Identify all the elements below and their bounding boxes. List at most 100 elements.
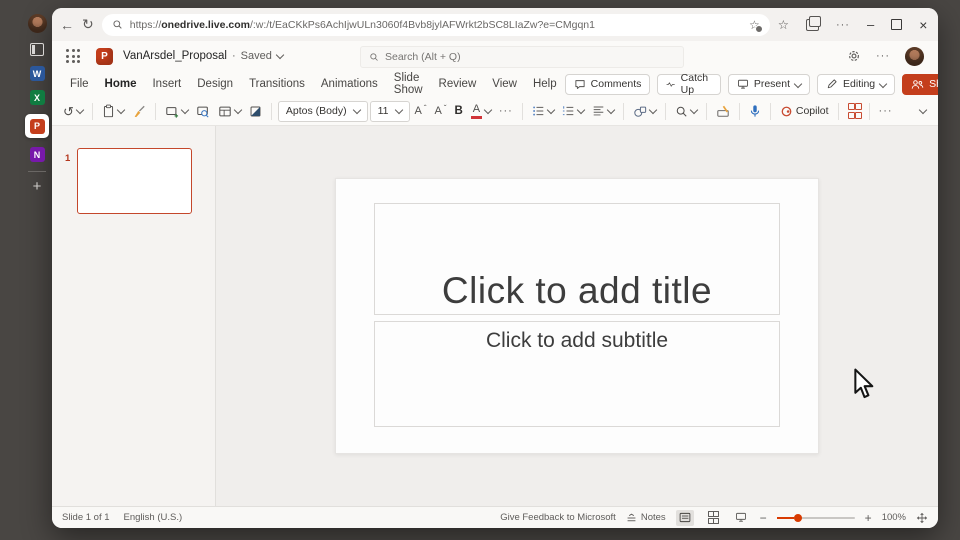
tab-review[interactable]: Review (431, 78, 485, 90)
maximize-button[interactable] (891, 19, 903, 30)
paintbrush-icon (134, 105, 145, 117)
paste-button[interactable] (99, 102, 127, 120)
document-title[interactable]: VanArsdel_Proposal (123, 50, 227, 62)
present-button[interactable]: Present (727, 73, 811, 95)
designer-pane-button[interactable] (845, 101, 863, 121)
share-button[interactable]: Share (902, 73, 938, 95)
more-font-options-button[interactable]: ··· (496, 103, 516, 119)
grid-view-icon (707, 510, 720, 525)
slide-layout-button[interactable] (215, 103, 244, 120)
settings-gear-icon[interactable] (847, 49, 861, 63)
designer-button[interactable] (246, 103, 265, 120)
numbered-list-icon (562, 106, 574, 116)
shrink-font-button[interactable]: Aˇ (432, 104, 450, 119)
grow-font-button[interactable]: Aˆ (412, 104, 430, 119)
new-slide-button[interactable] (162, 103, 191, 120)
comments-button[interactable]: Comments (564, 73, 651, 95)
dictate-button[interactable] (746, 102, 764, 120)
back-icon[interactable]: ← (60, 17, 74, 33)
reuse-slides-button[interactable] (193, 103, 213, 120)
save-status[interactable]: · Saved (232, 50, 285, 62)
close-button[interactable]: × (919, 17, 927, 33)
font-size-select[interactable]: 11 (369, 100, 410, 122)
sidebar-item-excel[interactable]: X (29, 90, 45, 105)
zoom-level[interactable]: 100% (882, 512, 906, 523)
tab-transitions[interactable]: Transitions (241, 78, 313, 90)
bold-button[interactable]: B (452, 103, 466, 119)
clipboard-icon (103, 104, 113, 118)
format-painter-button[interactable] (129, 103, 149, 120)
ribbon-more-button[interactable]: ··· (876, 103, 896, 119)
fit-to-window-icon[interactable] (916, 512, 928, 524)
subtitle-placeholder[interactable]: Click to add subtitle (374, 321, 780, 427)
search-icon (113, 20, 122, 29)
ink-to-text-button[interactable] (713, 103, 733, 120)
sidebar-item-powerpoint[interactable]: P (25, 114, 49, 138)
search-placeholder: Search (Alt + Q) (385, 51, 461, 63)
tab-file[interactable]: File (62, 78, 97, 90)
zoom-slider-handle[interactable] (793, 513, 802, 522)
numbering-button[interactable] (559, 103, 587, 119)
browser-profile-avatar[interactable] (27, 14, 47, 33)
catch-up-button[interactable]: Catch Up (657, 72, 721, 96)
address-bar[interactable]: https://onedrive.live.com/:w:/t/EaCKkPs6… (101, 13, 770, 36)
feedback-link[interactable]: Give Feedback to Microsoft (500, 512, 616, 523)
sidebar-item-word[interactable]: W (29, 66, 45, 81)
copilot-icon (781, 106, 792, 116)
slide-number: 1 (65, 153, 71, 164)
powerpoint-logo[interactable]: P (96, 47, 113, 65)
favorites-icon[interactable]: ☆ (778, 17, 789, 32)
font-color-button[interactable]: A (468, 102, 494, 121)
zoom-slider[interactable] (776, 513, 855, 522)
collapse-ribbon-icon[interactable] (918, 105, 928, 114)
edge-sidebar: W X P N + (22, 14, 52, 194)
slide-canvas[interactable]: Click to add title Click to add subtitle (335, 178, 819, 454)
sidebar-divider (28, 171, 46, 172)
sidebar-toggle-icon[interactable] (30, 42, 45, 57)
zoom-out-button[interactable]: − (760, 511, 767, 525)
zoom-in-button[interactable]: + (865, 511, 872, 525)
status-bar: Slide 1 of 1 English (U.S.) Give Feedbac… (52, 506, 938, 528)
tab-slideshow[interactable]: Slide Show (386, 72, 431, 96)
tab-insert[interactable]: Insert (144, 78, 189, 90)
tab-design[interactable]: Design (189, 78, 241, 90)
shapes-button[interactable] (630, 103, 659, 120)
tab-animations[interactable]: Animations (313, 78, 386, 90)
tab-view[interactable]: View (484, 78, 525, 90)
slide-thumbnail[interactable] (77, 148, 192, 214)
align-button[interactable] (589, 103, 617, 119)
title-placeholder[interactable]: Click to add title (374, 203, 780, 315)
find-button[interactable] (672, 103, 700, 120)
sidebar-add-button[interactable]: + (33, 179, 42, 194)
slideshow-icon (735, 512, 746, 522)
browser-menu-icon[interactable]: ··· (836, 19, 850, 31)
mouse-cursor (853, 368, 875, 400)
sidebar-item-onenote[interactable]: N (29, 147, 45, 162)
editing-mode-button[interactable]: Editing (817, 73, 896, 95)
powerpoint-icon: P (29, 118, 45, 134)
font-name-select[interactable]: Aptos (Body) (277, 100, 368, 122)
find-icon (676, 106, 687, 117)
present-screen-icon (737, 79, 748, 89)
titlebar-more-icon[interactable]: ··· (876, 50, 890, 62)
copilot-button[interactable]: Copilot (777, 103, 832, 120)
collections-icon[interactable] (805, 15, 821, 31)
language-status[interactable]: English (U.S.) (124, 512, 183, 523)
ribbon-tabs: File Home Insert Design Transitions Anim… (52, 71, 938, 97)
bookmark-icon[interactable]: ☆ (749, 18, 763, 33)
tab-help[interactable]: Help (525, 78, 565, 90)
slide-sorter-view-button[interactable] (704, 510, 722, 526)
search-input[interactable]: Search (Alt + Q) (360, 46, 684, 68)
normal-view-button[interactable] (675, 509, 694, 526)
app-launcher-icon[interactable] (66, 49, 80, 63)
undo-button[interactable]: ↺ (60, 103, 86, 120)
bullets-button[interactable] (529, 103, 557, 119)
slideshow-view-button[interactable] (732, 510, 750, 526)
slide-position[interactable]: Slide 1 of 1 (62, 512, 110, 523)
browser-toolbar: ← ↻ https://onedrive.live.com/:w:/t/EaCK… (52, 8, 938, 41)
minimize-button[interactable]: – (867, 17, 874, 32)
tab-home[interactable]: Home (97, 78, 145, 90)
notes-button[interactable]: Notes (626, 512, 666, 523)
refresh-icon[interactable]: ↻ (82, 16, 94, 33)
account-avatar[interactable] (905, 46, 924, 66)
